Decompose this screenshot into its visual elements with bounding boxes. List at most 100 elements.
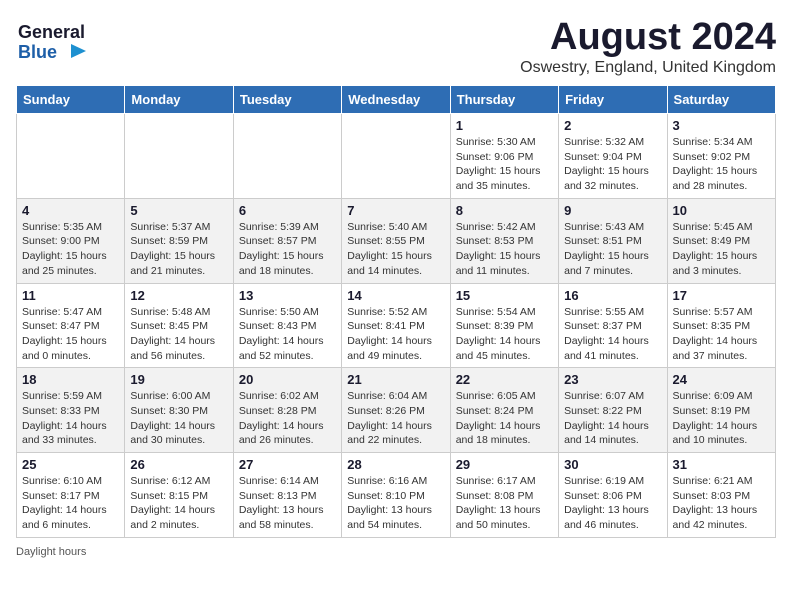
calendar-cell: 17Sunrise: 5:57 AM Sunset: 8:35 PM Dayli… bbox=[667, 283, 775, 368]
page-header: General Blue August 2024 Oswestry, Engla… bbox=[16, 16, 776, 77]
col-header-friday: Friday bbox=[559, 86, 667, 114]
week-row-1: 1Sunrise: 5:30 AM Sunset: 9:06 PM Daylig… bbox=[17, 114, 776, 199]
calendar-cell: 27 Sunrise: 6:14 AM Sunset: 8:13 PM Dayli… bbox=[233, 453, 341, 538]
day-detail: Sunrise: 6:17 AM Sunset: 8:08 PM Dayligh… bbox=[456, 474, 553, 533]
day-number: 4 bbox=[22, 203, 119, 218]
calendar-cell: 1Sunrise: 5:30 AM Sunset: 9:06 PM Daylig… bbox=[450, 114, 558, 199]
logo-icon: General Blue bbox=[16, 16, 96, 66]
calendar-cell: 24 Sunrise: 6:09 AM Sunset: 8:19 PM Dayli… bbox=[667, 368, 775, 453]
day-number: 20 bbox=[239, 372, 336, 387]
calendar-cell: 4 Sunrise: 5:35 AM Sunset: 9:00 PM Daylig… bbox=[17, 198, 125, 283]
day-number: 7 bbox=[347, 203, 444, 218]
calendar-cell: 3 Sunrise: 5:34 AM Sunset: 9:02 PM Daylig… bbox=[667, 114, 775, 199]
calendar-table: SundayMondayTuesdayWednesdayThursdayFrid… bbox=[16, 85, 776, 538]
day-number: 11 bbox=[22, 288, 119, 303]
svg-text:Blue: Blue bbox=[18, 42, 57, 62]
day-detail: Sunrise: 5:48 AM Sunset: 8:45 PM Dayligh… bbox=[130, 305, 227, 364]
week-row-3: 11 Sunrise: 5:47 AM Sunset: 8:47 PM Dayli… bbox=[17, 283, 776, 368]
calendar-header: SundayMondayTuesdayWednesdayThursdayFrid… bbox=[17, 86, 776, 114]
day-number: 16 bbox=[564, 288, 661, 303]
svg-text:General: General bbox=[18, 22, 85, 42]
day-detail: Sunrise: 6:19 AM Sunset: 8:06 PM Dayligh… bbox=[564, 474, 661, 533]
day-number: 15 bbox=[456, 288, 553, 303]
col-header-thursday: Thursday bbox=[450, 86, 558, 114]
calendar-cell: 2Sunrise: 5:32 AM Sunset: 9:04 PM Daylig… bbox=[559, 114, 667, 199]
day-number: 25 bbox=[22, 457, 119, 472]
day-number: 3 bbox=[673, 118, 770, 133]
day-detail: Sunrise: 5:37 AM Sunset: 8:59 PM Dayligh… bbox=[130, 220, 227, 279]
day-detail: Sunrise: 5:40 AM Sunset: 8:55 PM Dayligh… bbox=[347, 220, 444, 279]
calendar-cell: 22Sunrise: 6:05 AM Sunset: 8:24 PM Dayli… bbox=[450, 368, 558, 453]
calendar-cell: 26Sunrise: 6:12 AM Sunset: 8:15 PM Dayli… bbox=[125, 453, 233, 538]
calendar-cell: 29 Sunrise: 6:17 AM Sunset: 8:08 PM Dayli… bbox=[450, 453, 558, 538]
calendar-cell bbox=[17, 114, 125, 199]
day-detail: Sunrise: 5:52 AM Sunset: 8:41 PM Dayligh… bbox=[347, 305, 444, 364]
title-block: August 2024 Oswestry, England, United Ki… bbox=[520, 16, 776, 77]
day-number: 2 bbox=[564, 118, 661, 133]
calendar-cell: 28 Sunrise: 6:16 AM Sunset: 8:10 PM Dayli… bbox=[342, 453, 450, 538]
day-number: 8 bbox=[456, 203, 553, 218]
day-detail: Sunrise: 5:35 AM Sunset: 9:00 PM Dayligh… bbox=[22, 220, 119, 279]
calendar-cell: 16Sunrise: 5:55 AM Sunset: 8:37 PM Dayli… bbox=[559, 283, 667, 368]
header-row: SundayMondayTuesdayWednesdayThursdayFrid… bbox=[17, 86, 776, 114]
day-detail: Sunrise: 6:16 AM Sunset: 8:10 PM Dayligh… bbox=[347, 474, 444, 533]
calendar-cell: 13 Sunrise: 5:50 AM Sunset: 8:43 PM Dayli… bbox=[233, 283, 341, 368]
calendar-cell: 7 Sunrise: 5:40 AM Sunset: 8:55 PM Daylig… bbox=[342, 198, 450, 283]
calendar-cell: 21 Sunrise: 6:04 AM Sunset: 8:26 PM Dayli… bbox=[342, 368, 450, 453]
day-detail: Sunrise: 5:30 AM Sunset: 9:06 PM Dayligh… bbox=[456, 135, 553, 194]
day-number: 13 bbox=[239, 288, 336, 303]
footer-text: Daylight hours bbox=[16, 546, 86, 558]
day-detail: Sunrise: 6:21 AM Sunset: 8:03 PM Dayligh… bbox=[673, 474, 770, 533]
day-detail: Sunrise: 5:45 AM Sunset: 8:49 PM Dayligh… bbox=[673, 220, 770, 279]
day-detail: Sunrise: 6:02 AM Sunset: 8:28 PM Dayligh… bbox=[239, 389, 336, 448]
calendar-cell: 8 Sunrise: 5:42 AM Sunset: 8:53 PM Daylig… bbox=[450, 198, 558, 283]
day-number: 29 bbox=[456, 457, 553, 472]
day-number: 30 bbox=[564, 457, 661, 472]
main-title: August 2024 bbox=[520, 16, 776, 59]
calendar-cell bbox=[233, 114, 341, 199]
day-detail: Sunrise: 5:59 AM Sunset: 8:33 PM Dayligh… bbox=[22, 389, 119, 448]
day-number: 28 bbox=[347, 457, 444, 472]
calendar-cell: 10 Sunrise: 5:45 AM Sunset: 8:49 PM Dayli… bbox=[667, 198, 775, 283]
day-detail: Sunrise: 6:09 AM Sunset: 8:19 PM Dayligh… bbox=[673, 389, 770, 448]
calendar-cell bbox=[342, 114, 450, 199]
calendar-cell bbox=[125, 114, 233, 199]
day-detail: Sunrise: 5:34 AM Sunset: 9:02 PM Dayligh… bbox=[673, 135, 770, 194]
day-number: 21 bbox=[347, 372, 444, 387]
day-detail: Sunrise: 5:57 AM Sunset: 8:35 PM Dayligh… bbox=[673, 305, 770, 364]
week-row-2: 4 Sunrise: 5:35 AM Sunset: 9:00 PM Daylig… bbox=[17, 198, 776, 283]
calendar-cell: 11 Sunrise: 5:47 AM Sunset: 8:47 PM Dayli… bbox=[17, 283, 125, 368]
day-number: 27 bbox=[239, 457, 336, 472]
day-detail: Sunrise: 5:54 AM Sunset: 8:39 PM Dayligh… bbox=[456, 305, 553, 364]
day-detail: Sunrise: 6:12 AM Sunset: 8:15 PM Dayligh… bbox=[130, 474, 227, 533]
day-number: 10 bbox=[673, 203, 770, 218]
calendar-cell: 23Sunrise: 6:07 AM Sunset: 8:22 PM Dayli… bbox=[559, 368, 667, 453]
day-detail: Sunrise: 5:42 AM Sunset: 8:53 PM Dayligh… bbox=[456, 220, 553, 279]
day-detail: Sunrise: 6:00 AM Sunset: 8:30 PM Dayligh… bbox=[130, 389, 227, 448]
col-header-tuesday: Tuesday bbox=[233, 86, 341, 114]
col-header-sunday: Sunday bbox=[17, 86, 125, 114]
day-number: 19 bbox=[130, 372, 227, 387]
calendar-cell: 19 Sunrise: 6:00 AM Sunset: 8:30 PM Dayli… bbox=[125, 368, 233, 453]
col-header-monday: Monday bbox=[125, 86, 233, 114]
day-number: 12 bbox=[130, 288, 227, 303]
day-detail: Sunrise: 6:05 AM Sunset: 8:24 PM Dayligh… bbox=[456, 389, 553, 448]
subtitle: Oswestry, England, United Kingdom bbox=[520, 59, 776, 77]
day-detail: Sunrise: 5:50 AM Sunset: 8:43 PM Dayligh… bbox=[239, 305, 336, 364]
day-number: 24 bbox=[673, 372, 770, 387]
day-detail: Sunrise: 6:14 AM Sunset: 8:13 PM Dayligh… bbox=[239, 474, 336, 533]
calendar-cell: 31Sunrise: 6:21 AM Sunset: 8:03 PM Dayli… bbox=[667, 453, 775, 538]
day-detail: Sunrise: 6:04 AM Sunset: 8:26 PM Dayligh… bbox=[347, 389, 444, 448]
col-header-saturday: Saturday bbox=[667, 86, 775, 114]
logo: General Blue bbox=[16, 16, 100, 66]
day-detail: Sunrise: 5:39 AM Sunset: 8:57 PM Dayligh… bbox=[239, 220, 336, 279]
week-row-4: 18Sunrise: 5:59 AM Sunset: 8:33 PM Dayli… bbox=[17, 368, 776, 453]
col-header-wednesday: Wednesday bbox=[342, 86, 450, 114]
day-detail: Sunrise: 5:47 AM Sunset: 8:47 PM Dayligh… bbox=[22, 305, 119, 364]
calendar-cell: 15 Sunrise: 5:54 AM Sunset: 8:39 PM Dayli… bbox=[450, 283, 558, 368]
day-number: 5 bbox=[130, 203, 227, 218]
day-number: 9 bbox=[564, 203, 661, 218]
day-detail: Sunrise: 6:10 AM Sunset: 8:17 PM Dayligh… bbox=[22, 474, 119, 533]
week-row-5: 25 Sunrise: 6:10 AM Sunset: 8:17 PM Dayli… bbox=[17, 453, 776, 538]
day-number: 6 bbox=[239, 203, 336, 218]
